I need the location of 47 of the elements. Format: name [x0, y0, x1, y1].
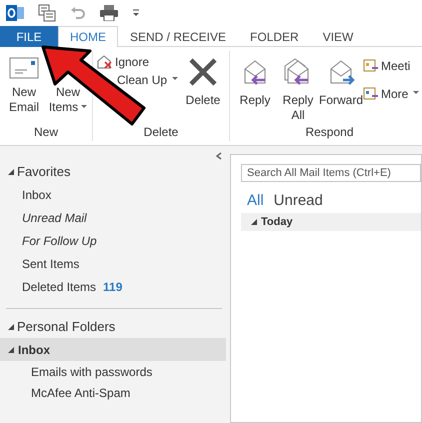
folder-item[interactable]: Emails with passwords	[0, 361, 228, 382]
collapse-icon[interactable]	[216, 152, 222, 160]
filter-tab[interactable]: Unread	[274, 192, 323, 209]
section-header[interactable]: Personal Folders	[0, 317, 228, 338]
folder-item[interactable]: For Follow Up	[0, 229, 228, 252]
filter-tab[interactable]: All	[247, 192, 264, 209]
ribbon-tab[interactable]: HOME	[58, 26, 118, 47]
ignore-icon	[97, 55, 113, 69]
ribbon-tab[interactable]: SEND / RECEIVE	[118, 26, 238, 47]
unread-count: 119	[103, 280, 122, 294]
date-group-header[interactable]: Today	[241, 213, 421, 231]
file-tab[interactable]: FILE	[0, 26, 58, 47]
meeting-button[interactable]: Meeti	[363, 59, 422, 73]
ribbon-tab[interactable]: VIEW	[310, 26, 366, 47]
search-field[interactable]: Search All Mail Items (Ctrl+E)	[241, 164, 421, 182]
group-label: Respond	[304, 125, 355, 141]
folder-name: Deleted Items	[22, 280, 96, 294]
folder-item[interactable]: Sent Items	[0, 252, 228, 275]
more-icon	[363, 87, 379, 101]
reply-button[interactable]: Reply	[234, 51, 276, 125]
group-label: New	[32, 125, 59, 141]
customize-menu-icon[interactable]	[132, 9, 140, 17]
section-header[interactable]: Favorites	[0, 162, 228, 183]
folder-name: Inbox	[22, 188, 52, 202]
send-receive-icon[interactable]	[38, 4, 56, 22]
folder-name: Inbox	[18, 342, 50, 356]
folder-item[interactable]: Inbox	[0, 338, 226, 361]
ribbon-tab[interactable]: FOLDER	[238, 26, 311, 47]
delete-button[interactable]: Delete	[181, 51, 225, 125]
folder-item[interactable]: Deleted Items 119	[0, 275, 228, 298]
ignore-button[interactable]: Ignore	[97, 55, 177, 69]
folder-item[interactable]: McAfee Anti-Spam	[0, 382, 228, 403]
print-icon[interactable]	[100, 5, 118, 21]
more-button[interactable]: More	[363, 87, 422, 101]
folder-name: Sent Items	[22, 256, 80, 270]
new-email-button[interactable]: New Email	[4, 51, 44, 125]
forward-button[interactable]: Forward	[320, 51, 362, 125]
folder-name: For Follow Up	[22, 234, 97, 248]
outlook-logo-icon[interactable]	[6, 5, 24, 21]
envelope-icon	[9, 57, 39, 79]
delete-icon	[188, 57, 218, 87]
group-label: Delete	[142, 125, 180, 141]
folder-item[interactable]: Unread Mail	[0, 206, 228, 229]
folder-name: Unread Mail	[22, 210, 87, 224]
folder-item[interactable]: Inbox	[0, 183, 228, 206]
calendar-icon	[363, 59, 379, 73]
reply-all-button[interactable]: Reply All	[277, 51, 319, 125]
